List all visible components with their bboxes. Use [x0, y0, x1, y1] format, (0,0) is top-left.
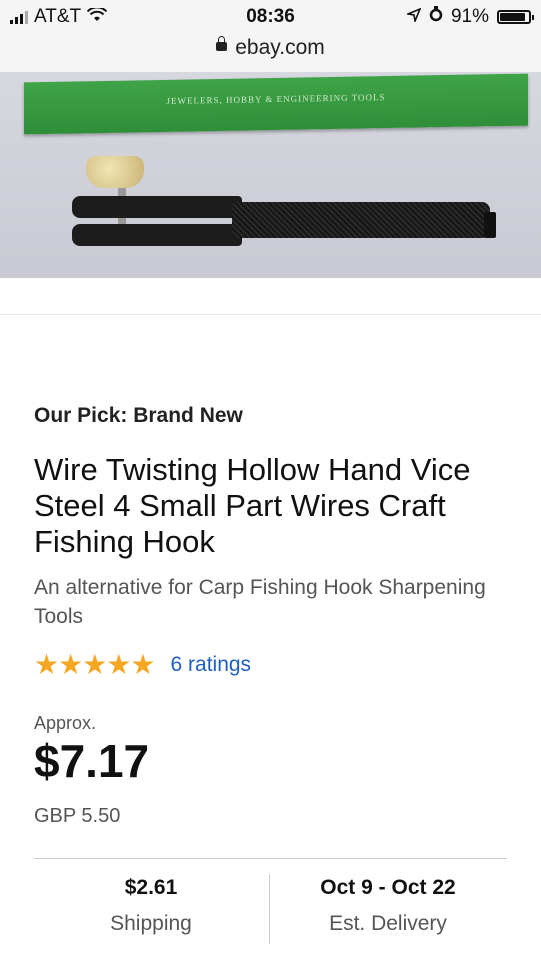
original-price: GBP 5.50	[34, 805, 121, 827]
vise-jaw-top	[72, 196, 242, 218]
battery-percent: 91%	[450, 6, 489, 27]
star-rating: ★★★★★	[34, 649, 156, 680]
url-text: ebay.com	[235, 36, 325, 59]
product-title: Wire Twisting Hollow Hand Vice Steel 4 S…	[34, 452, 471, 559]
product-subtitle: An alternative for Carp Fishing Hook Sha…	[34, 576, 486, 628]
shipping-label: Shipping	[110, 912, 192, 935]
lock-icon	[216, 35, 228, 51]
wingnut	[86, 156, 144, 188]
tool-box-image: JEWELERS, HOBBY & ENGINEERING TOOLS	[24, 73, 528, 135]
box-text: JEWELERS, HOBBY & ENGINEERING TOOLS	[166, 92, 386, 106]
delivery-dates: Oct 9 - Oct 22	[320, 876, 456, 899]
delivery-info: Oct 9 - Oct 22 Est. Delivery	[270, 876, 506, 936]
price: $7.17	[34, 735, 150, 787]
product-image[interactable]: JEWELERS, HOBBY & ENGINEERING TOOLS	[0, 72, 541, 278]
battery-icon	[497, 10, 534, 24]
image-divider	[0, 278, 541, 315]
browser-status-bar: AT&T 08:36 91% ebay.com	[0, 0, 541, 73]
status-right: 91%	[405, 6, 534, 28]
approx-label: Approx.	[34, 713, 97, 733]
shipping-info: $2.61 Shipping	[33, 876, 269, 936]
ratings-link[interactable]: 6 ratings	[171, 653, 252, 677]
details-divider	[34, 858, 507, 859]
rating-row: ★★★★★ 6 ratings	[34, 648, 251, 681]
alarm-icon	[429, 6, 443, 28]
vise-jaw-bottom	[72, 224, 242, 246]
location-icon	[405, 6, 422, 28]
vise-cap	[484, 212, 496, 238]
shipping-cost: $2.61	[124, 876, 178, 899]
vise-handle	[232, 202, 490, 238]
pick-label: Our Pick: Brand New	[34, 404, 243, 427]
delivery-label: Est. Delivery	[329, 912, 447, 935]
address-bar[interactable]: ebay.com	[0, 35, 541, 60]
